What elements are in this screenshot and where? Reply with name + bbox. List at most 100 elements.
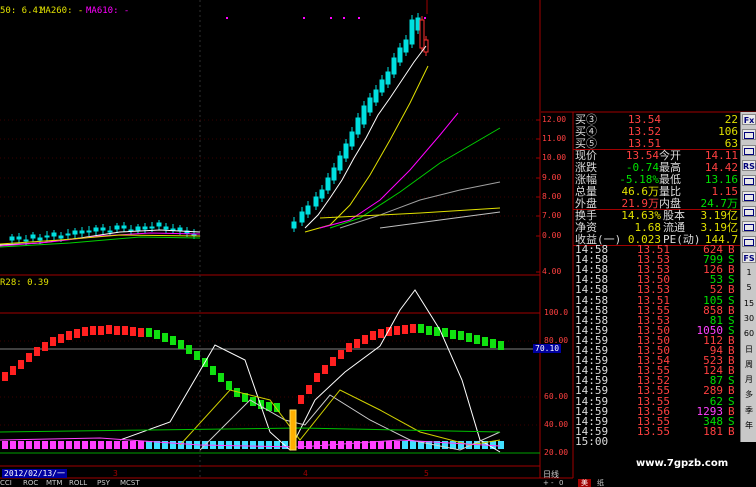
indicator-line-yellow	[179, 389, 501, 446]
toolbar-period-11[interactable]: 5	[742, 282, 756, 293]
candle-body	[58, 235, 64, 239]
quote-row: 外盘 21.9万 内盘 24.7万	[573, 198, 740, 209]
bottom-control-0[interactable]: +	[543, 479, 549, 487]
indicator-base-square	[258, 441, 264, 449]
bottom-control-3[interactable]: 美	[578, 479, 591, 487]
indicator-square	[178, 340, 184, 349]
candle-body	[313, 196, 319, 207]
stat-label: 内盘	[659, 197, 681, 210]
bottom-control-1[interactable]: -	[551, 479, 554, 487]
toolbar-tool-icon[interactable]	[742, 205, 756, 217]
indicator-square	[210, 366, 216, 375]
indicator-square	[466, 333, 472, 342]
indicator-square	[114, 326, 120, 335]
toolbar-period-15[interactable]: 日	[742, 344, 756, 355]
tool-glyph-icon	[744, 224, 754, 232]
candle-body	[135, 226, 141, 231]
tool-glyph-icon	[744, 193, 754, 201]
stat-label: 净资	[575, 221, 597, 234]
indicator-square	[154, 330, 160, 339]
toolbar-period-19[interactable]: 季	[742, 405, 756, 416]
indicator-tab-mcst[interactable]: MCST	[120, 479, 140, 487]
indicator-square	[50, 337, 56, 346]
candle-body	[149, 226, 155, 229]
toolbar-period-13[interactable]: 30	[742, 313, 756, 324]
price-tick-label: 0.00	[542, 231, 562, 240]
indicator-square	[274, 403, 280, 412]
quote-row: 买⑤ 13.51 63	[573, 138, 740, 149]
ma5-line	[304, 45, 427, 229]
indicator-base-square	[34, 441, 40, 449]
order-label: 买④	[575, 125, 597, 138]
quote-row: 买③ 13.54 22	[573, 114, 740, 125]
candle-body	[37, 237, 43, 241]
fx-icon[interactable]: Fx	[742, 114, 756, 125]
indicator-square	[418, 324, 424, 333]
tool-glyph-icon	[744, 208, 754, 216]
indicator-square	[314, 373, 320, 382]
indicator-square	[306, 385, 312, 394]
candle-body	[44, 235, 50, 238]
candle-body	[121, 225, 127, 229]
toolbar-tool-icon[interactable]	[742, 190, 756, 202]
indicator-square	[138, 328, 144, 337]
stat-value: 14.11	[704, 149, 738, 162]
indicator-square	[394, 326, 400, 335]
toolbar-period-16[interactable]: 周	[742, 359, 756, 370]
stat-value: 1.68	[634, 221, 662, 234]
toolbar-period-12[interactable]: 15	[742, 298, 756, 309]
order-volume: 106	[718, 125, 738, 138]
quote-row: 现价 13.54 今开 14.11	[573, 150, 740, 161]
indicator-square	[74, 329, 80, 338]
price-tick-label: 8.00	[542, 192, 562, 201]
stat-value: 24.7万	[700, 197, 739, 210]
indicator-tab-roll[interactable]: ROLL	[69, 479, 87, 487]
candle-body	[355, 117, 361, 135]
toolbar-period-20[interactable]: 年	[742, 420, 756, 431]
indicator-base-square	[58, 441, 64, 449]
stat-value: 13.54	[625, 149, 659, 162]
candle-body	[385, 71, 391, 85]
bottom-control-2[interactable]: 0	[559, 479, 563, 487]
fs-icon[interactable]: FS	[742, 251, 756, 263]
indicator-square	[90, 326, 96, 335]
stat-label: 股本	[663, 209, 685, 222]
rsi-icon[interactable]: RSI	[742, 159, 756, 171]
bottom-control-4[interactable]: 纸	[597, 479, 604, 487]
candle-body	[361, 105, 367, 125]
toolbar-period-10[interactable]: 1	[742, 267, 756, 278]
indicator-square	[2, 372, 8, 381]
indicator-tab-mtm[interactable]: MTM	[46, 479, 62, 487]
toolbar-period-17[interactable]: 月	[742, 374, 756, 385]
indicator-tab-roc[interactable]: ROC	[23, 479, 38, 487]
indicator-base-square	[26, 441, 32, 449]
indicator-square	[34, 347, 40, 356]
stat-value: 21.9万	[621, 197, 660, 210]
pre-gap-ma-c	[0, 234, 201, 245]
toolbar-tool-icon[interactable]	[742, 175, 756, 187]
price-gridlines	[0, 119, 540, 273]
indicator-square	[482, 337, 488, 346]
indicator-base-square	[130, 441, 136, 449]
toolbar-tool-icon[interactable]	[742, 129, 756, 141]
indicator-tab-cci[interactable]: CCI	[0, 479, 12, 487]
candle-body	[86, 230, 92, 233]
toolbar-period-14[interactable]: 60	[742, 328, 756, 339]
indicator-tab-psy[interactable]: PSY	[97, 479, 110, 487]
toolbar-tool-icon[interactable]	[742, 236, 756, 248]
stat-value: 14.42	[704, 161, 738, 174]
indicator-square	[218, 373, 224, 382]
toolbar-tool-icon[interactable]	[742, 221, 756, 233]
ma-header-prefix: 50: 6.41	[0, 6, 44, 16]
toolbar-period-18[interactable]: 多	[742, 389, 756, 400]
indicator-square	[26, 353, 32, 362]
indicator-square	[18, 360, 24, 369]
ma610-label: MA610: -	[86, 6, 130, 16]
indicator-base-square	[226, 441, 232, 449]
candle-body	[343, 143, 349, 159]
indicator-square	[130, 327, 136, 336]
order-price: 13.51	[627, 137, 661, 150]
candle-body	[51, 232, 57, 237]
indicator-square	[378, 329, 384, 338]
toolbar-tool-icon[interactable]	[742, 144, 756, 156]
